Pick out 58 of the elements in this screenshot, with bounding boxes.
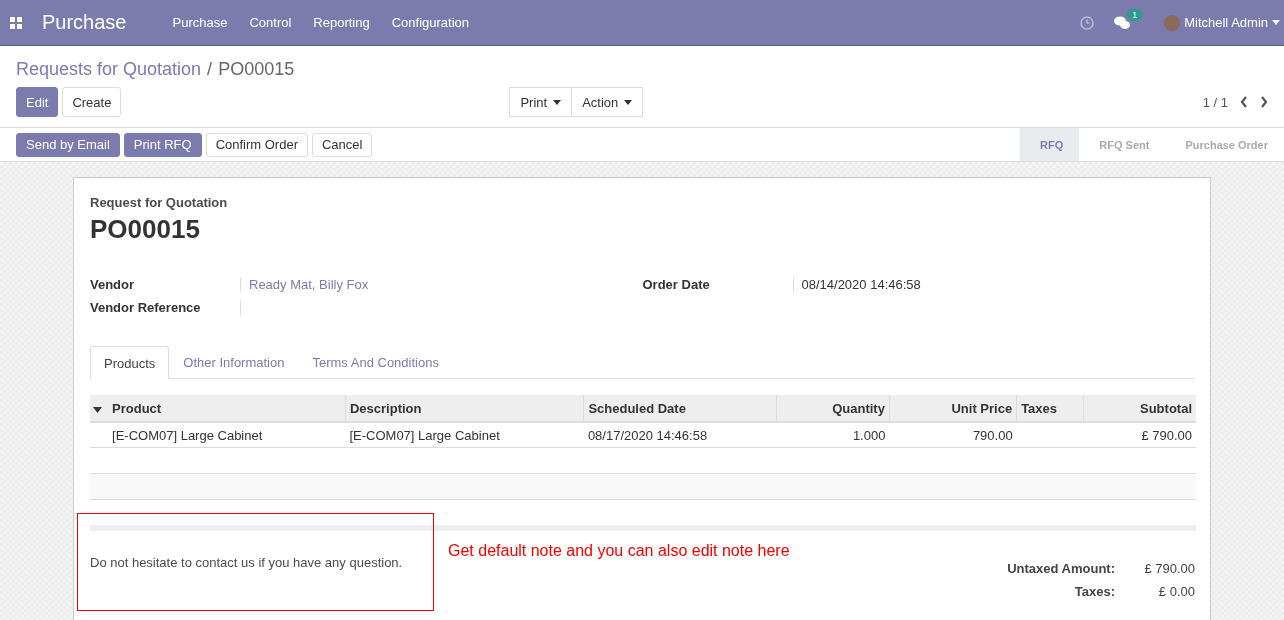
caret-icon [553,99,562,105]
menu-item[interactable]: Reporting [313,15,370,30]
status-stage[interactable]: RFQ [1020,128,1080,161]
pager-counter: 1 / 1 [1202,94,1228,110]
workflow-button[interactable]: Confirm Order [205,132,308,157]
form-subtitle: Request for Quotation [90,195,229,210]
record-name: PO00015 [90,214,201,245]
menu-item[interactable]: Purchase [172,15,228,30]
table-cell: 790.00 [972,427,1013,443]
edit-button[interactable]: Edit [16,87,59,117]
tab[interactable]: Other Information [169,346,299,378]
column-header[interactable]: Product [108,395,346,422]
breadcrumb-link[interactable]: Requests for Quotation [16,59,202,80]
field-value: 08/14/2020 14:46:58 [792,277,1195,292]
breadcrumb-current: PO00015 [218,59,295,80]
menu-item[interactable]: Control [249,15,292,30]
tab[interactable]: Terms And Conditions [298,346,453,378]
workflow-button[interactable]: Cancel [312,132,373,157]
table-cell: 1.000 [852,427,886,443]
table-cell: [E-COM07] Large Cabinet [349,427,500,443]
workflow-button[interactable]: Send by Email [16,132,120,157]
column-header[interactable]: Scheduled Date [583,395,777,422]
chat-icon[interactable] [1114,15,1131,30]
user-name[interactable]: Mitchell Admin [1184,15,1268,30]
caret-icon [624,99,633,105]
breadcrumb-separator: / [207,59,213,80]
column-header[interactable]: Description [345,395,584,422]
dropdown-button[interactable]: Action [572,87,644,117]
clock-icon[interactable] [1080,15,1095,30]
total-label: Untaxed Amount: [1007,561,1115,576]
create-button[interactable]: Create [62,87,122,117]
field-label: Vendor Reference [90,300,202,316]
notification-badge: 1 [1127,8,1143,21]
column-header[interactable]: Subtotal [1083,395,1196,422]
column-header[interactable]: Taxes [1016,395,1084,422]
note-text: Do not hesitate to contact us if you have any question. [90,555,404,572]
column-header[interactable]: Quantity [776,395,890,422]
previous-icon[interactable] [1240,96,1248,108]
avatar-icon [1164,14,1181,31]
dropdown-button[interactable]: Print [509,87,573,117]
field-label: Order Date [642,277,711,292]
workflow-button[interactable]: Print RFQ [123,132,202,157]
field-value[interactable]: Ready Mat, Billy Fox [240,277,643,292]
tab[interactable]: Products [90,346,170,379]
column-header[interactable]: Unit Price [889,395,1017,422]
next-icon[interactable] [1260,96,1268,108]
table-cell: [E-COM07] Large Cabinet [112,427,263,443]
table-cell: 08/17/2020 14:46:58 [587,427,708,443]
field-label: Vendor [90,277,136,292]
total-value: £ 0.00 [1157,584,1195,599]
total-label: Taxes: [1073,584,1115,599]
annotation-text: Get default note and you can also edit note here [448,542,790,560]
app-title: Purchase [42,11,127,34]
apps-menu-icon[interactable] [10,16,22,29]
caret-icon[interactable] [93,406,102,413]
table-cell: £ 790.00 [1141,427,1192,443]
menu-item[interactable]: Configuration [391,15,470,30]
total-value: £ 790.00 [1143,561,1195,576]
